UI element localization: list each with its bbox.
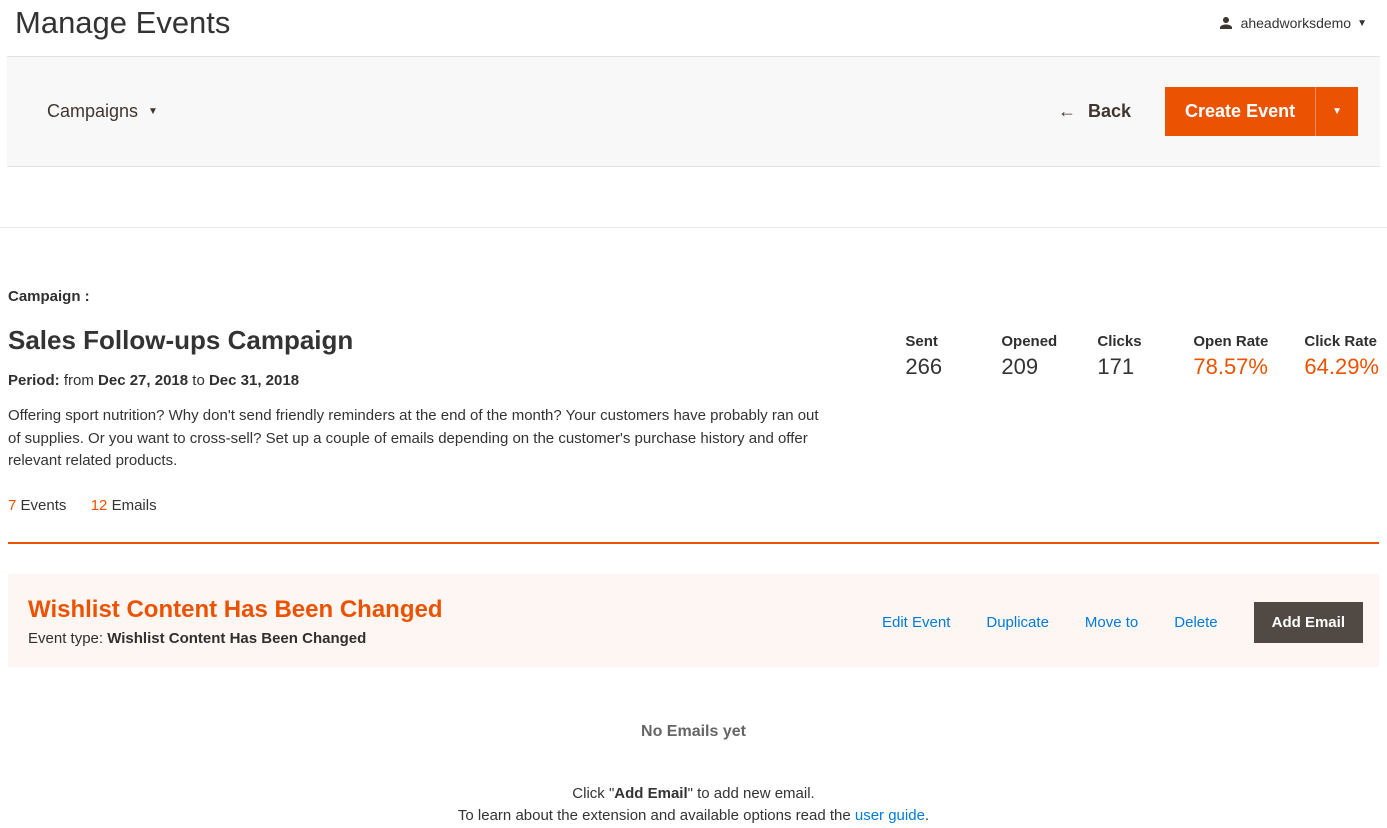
campaign-counts: 7 Events 12 Emails xyxy=(8,497,828,514)
campaign-name: Sales Follow-ups Campaign xyxy=(8,325,828,356)
campaigns-label: Campaigns xyxy=(47,101,138,122)
stat-clicks: Clicks 171 xyxy=(1097,333,1157,380)
stat-opened: Opened 209 xyxy=(1001,333,1061,380)
caret-down-icon: ▼ xyxy=(148,106,158,117)
user-name: aheadworksdemo xyxy=(1241,15,1352,31)
move-to-link[interactable]: Move to xyxy=(1085,614,1138,631)
no-emails-message: No Emails yet xyxy=(8,723,1379,741)
event-card: Wishlist Content Has Been Changed Event … xyxy=(8,574,1379,667)
stat-click-rate: Click Rate 64.29% xyxy=(1304,333,1379,380)
add-email-button[interactable]: Add Email xyxy=(1254,602,1363,643)
hint-text: Click "Add Email" to add new email. To l… xyxy=(8,783,1379,828)
campaign-description: Offering sport nutrition? Why don't send… xyxy=(8,405,828,473)
event-type: Event type: Wishlist Content Has Been Ch… xyxy=(28,630,443,647)
page-title: Manage Events xyxy=(15,5,230,41)
user-menu[interactable]: aheadworksdemo ▼ xyxy=(1217,14,1367,32)
back-button[interactable]: ← Back xyxy=(1058,101,1131,122)
campaign-period: Period: from Dec 27, 2018 to Dec 31, 201… xyxy=(8,372,828,389)
caret-down-icon: ▼ xyxy=(1357,18,1367,29)
campaign-label: Campaign : xyxy=(8,288,1379,305)
divider xyxy=(8,542,1379,544)
create-event-button[interactable]: Create Event xyxy=(1165,87,1315,136)
campaign-stats: Sent 266 Opened 209 Clicks 171 Open Rate… xyxy=(905,325,1379,380)
event-title: Wishlist Content Has Been Changed xyxy=(28,596,443,624)
delete-link[interactable]: Delete xyxy=(1174,614,1217,631)
create-event-dropdown[interactable]: ▼ xyxy=(1315,87,1358,136)
duplicate-link[interactable]: Duplicate xyxy=(986,614,1049,631)
back-label: Back xyxy=(1088,101,1131,122)
stat-sent: Sent 266 xyxy=(905,333,965,380)
toolbar: Campaigns ▼ ← Back Create Event ▼ xyxy=(7,56,1380,167)
user-guide-link[interactable]: user guide xyxy=(855,807,925,824)
user-icon xyxy=(1217,14,1235,32)
caret-down-icon: ▼ xyxy=(1332,106,1342,117)
campaigns-dropdown[interactable]: Campaigns ▼ xyxy=(47,101,158,122)
stat-open-rate: Open Rate 78.57% xyxy=(1193,333,1268,380)
edit-event-link[interactable]: Edit Event xyxy=(882,614,950,631)
arrow-left-icon: ← xyxy=(1058,101,1076,122)
